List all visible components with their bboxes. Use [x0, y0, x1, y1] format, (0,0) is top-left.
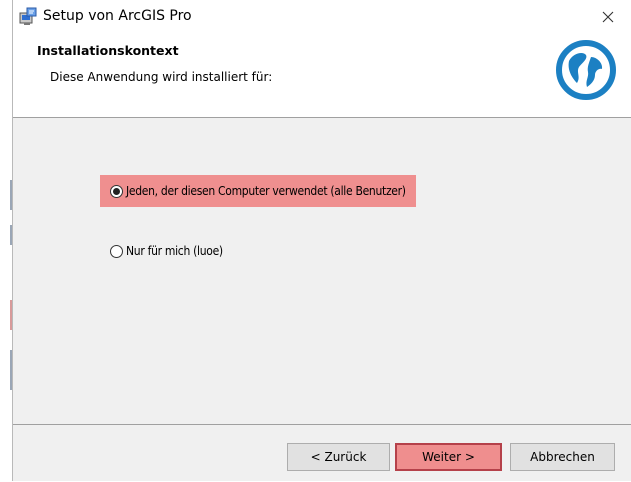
window-title: Setup von ArcGIS Pro — [43, 8, 192, 24]
dialog-header: Installationskontext Diese Anwendung wir… — [13, 33, 631, 118]
title-bar: Setup von ArcGIS Pro — [13, 0, 631, 33]
next-button[interactable]: Weiter > — [395, 443, 502, 471]
radio-button-selected[interactable] — [110, 184, 123, 198]
radio-option-all-users[interactable]: Jeden, der diesen Computer verwendet (al… — [100, 175, 416, 207]
arcgis-globe-icon — [556, 40, 616, 100]
radio-button[interactable] — [110, 244, 123, 258]
setup-installer-icon — [19, 7, 37, 25]
radio-dot — [113, 187, 120, 195]
close-icon — [602, 11, 614, 22]
close-button[interactable] — [585, 0, 631, 33]
page-title: Installationskontext — [37, 43, 179, 58]
dialog-footer: < Zurück Weiter > Abbrechen — [13, 424, 631, 482]
radio-option-label: Nur für mich (luoe) — [126, 244, 223, 258]
page-subtitle: Diese Anwendung wird installiert für: — [50, 70, 273, 84]
radio-option-only-me[interactable]: Nur für mich (luoe) — [110, 244, 223, 258]
cancel-button[interactable]: Abbrechen — [510, 443, 615, 471]
radio-option-label: Jeden, der diesen Computer verwendet (al… — [126, 184, 406, 198]
setup-dialog: Setup von ArcGIS Pro Installationskontex… — [12, 0, 631, 481]
background-window-edge — [0, 0, 12, 481]
back-button[interactable]: < Zurück — [287, 443, 390, 471]
dialog-content: Jeden, der diesen Computer verwendet (al… — [13, 118, 631, 423]
